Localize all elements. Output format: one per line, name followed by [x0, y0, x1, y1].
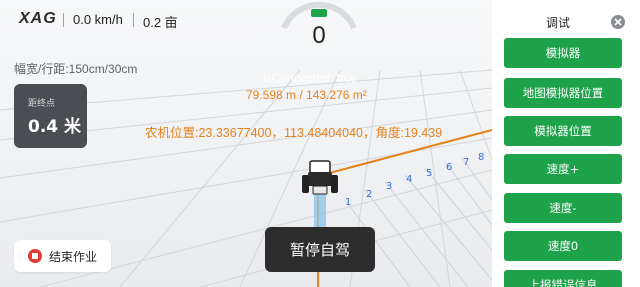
row-number: 8	[478, 152, 484, 163]
debug-button-1[interactable]: 模拟器	[504, 38, 622, 68]
pause-autodrive-button[interactable]: 暂停自驾	[265, 227, 375, 272]
row-number: 5	[426, 168, 432, 179]
debug-distance: 79.598 m / 143.276 m²	[246, 88, 367, 102]
row-number: 2	[366, 189, 372, 200]
row-number: 1	[345, 197, 351, 208]
debug-connection: isConnected: true	[263, 71, 358, 85]
xag-logo: XAG	[19, 10, 57, 27]
end-task-label: 结束作业	[49, 249, 98, 264]
debug-button-5[interactable]: 速度-	[504, 193, 622, 223]
area-readout: 0.2 亩	[143, 15, 178, 30]
close-icon[interactable]	[610, 14, 626, 30]
distance-label: 距终点	[28, 99, 56, 109]
implement-width: 幅宽/行距:150cm/30cm	[14, 62, 138, 76]
distance-to-end-card: 距终点 0.4 米	[14, 84, 87, 148]
debug-button-2[interactable]: 地图模拟器位置	[504, 78, 622, 108]
debug-button-3[interactable]: 模拟器位置	[504, 116, 622, 146]
row-number: 3	[386, 181, 392, 192]
debug-button-6[interactable]: 速度0	[504, 231, 622, 261]
header-divider	[63, 13, 64, 27]
panel-title: 调试	[545, 16, 570, 30]
row-number: 7	[463, 157, 469, 168]
speed-readout: 0.0 km/h	[73, 12, 123, 27]
gauge-value: 0	[312, 22, 326, 49]
end-task-button[interactable]: 结束作业	[14, 240, 111, 272]
row-number: 4	[406, 174, 412, 185]
distance-value: 0.4 米	[28, 117, 82, 137]
debug-button-7[interactable]: 上报错误信息	[504, 270, 622, 287]
stop-icon	[28, 249, 42, 263]
debug-button-4[interactable]: 速度+	[504, 154, 622, 184]
row-number: 6	[446, 162, 452, 173]
gauge-indicator	[311, 9, 327, 17]
debug-position: 农机位置:23.33677400，113.48404040，角度:19.439	[145, 126, 443, 140]
header-divider	[133, 13, 134, 27]
tractor-icon	[302, 160, 338, 195]
